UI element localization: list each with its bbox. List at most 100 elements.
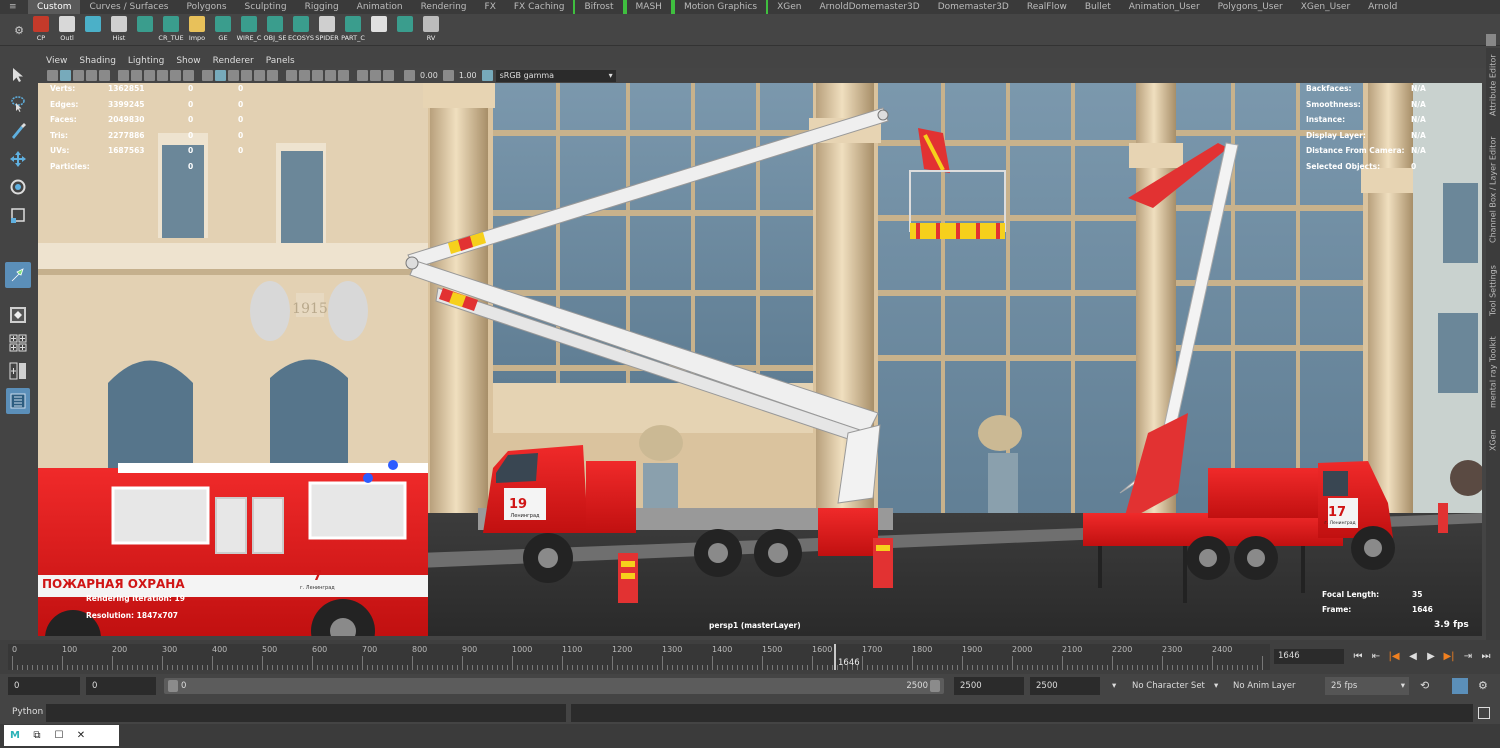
shelf-button-8[interactable]: WIRE_C: [236, 14, 262, 46]
safe-action-icon[interactable]: [170, 70, 181, 81]
shelf-tab-20[interactable]: Arnold: [1359, 0, 1406, 14]
shelf-button-13[interactable]: [366, 14, 392, 46]
shelf-tab-0[interactable]: Custom: [28, 0, 81, 14]
scene-end-field[interactable]: 2500: [1030, 677, 1100, 695]
exposure-field[interactable]: 0.00: [416, 71, 442, 80]
paint-select-tool-icon[interactable]: [7, 120, 29, 142]
maximize-icon[interactable]: ☐: [48, 730, 70, 741]
viewport-menu-shading[interactable]: Shading: [73, 54, 122, 68]
shelf-tab-2[interactable]: Polygons: [177, 0, 235, 14]
wireframe-on-shaded-icon[interactable]: [241, 70, 252, 81]
viewport-menu-lighting[interactable]: Lighting: [122, 54, 170, 68]
step-back-frame-icon[interactable]: |◀: [1388, 649, 1400, 663]
wireframe-icon[interactable]: [202, 70, 213, 81]
shelf-tab-7[interactable]: FX: [476, 0, 505, 14]
viewport-3d[interactable]: 1915 19 Ленинград 17 г. Ленинград ПОЖАРН…: [38, 83, 1482, 636]
last-tool-icon[interactable]: [5, 262, 31, 288]
camera-attributes-icon[interactable]: [60, 70, 71, 81]
four-pane-layout-icon[interactable]: [7, 332, 29, 354]
shelf-tab-12[interactable]: XGen: [768, 0, 810, 14]
shelf-button-2[interactable]: [80, 14, 106, 46]
move-tool-icon[interactable]: [7, 148, 29, 170]
field-chart-icon[interactable]: [157, 70, 168, 81]
command-input[interactable]: [46, 704, 566, 722]
shelf-tab-9[interactable]: Bifrost: [573, 0, 625, 14]
current-frame-field[interactable]: 1646: [1274, 649, 1344, 664]
exposure-icon[interactable]: [404, 70, 415, 81]
film-gate-icon[interactable]: [118, 70, 129, 81]
fps-dropdown[interactable]: 25 fps ▾: [1325, 677, 1409, 695]
two-pane-layout-icon[interactable]: [7, 360, 29, 382]
shelf-button-7[interactable]: GE: [210, 14, 236, 46]
image-plane-icon[interactable]: [86, 70, 97, 81]
side-tab-3[interactable]: mental ray Toolkit: [1486, 328, 1500, 416]
shelf-button-1[interactable]: Outl: [54, 14, 80, 46]
side-tab-4[interactable]: XGen: [1486, 420, 1500, 460]
playback-start-field[interactable]: 0: [86, 677, 156, 695]
shelf-button-12[interactable]: PART_C: [340, 14, 366, 46]
xray-icon[interactable]: [370, 70, 381, 81]
scene-start-field[interactable]: 0: [8, 677, 80, 695]
shelf-tab-4[interactable]: Rigging: [296, 0, 348, 14]
textured-icon[interactable]: [254, 70, 265, 81]
color-management-icon[interactable]: [481, 70, 493, 81]
restore-icon[interactable]: ⧉: [26, 730, 48, 741]
time-slider-track[interactable]: 1646 0 100 200 300 400 500 600 700 800 900 1000 110…: [8, 644, 1270, 670]
shelf-tab-8[interactable]: FX Caching: [505, 0, 574, 14]
shelf-gear-icon[interactable]: ⚙: [10, 14, 28, 46]
go-to-end-icon[interactable]: ⏭: [1480, 649, 1492, 663]
shelf-tab-14[interactable]: Domemaster3D: [929, 0, 1018, 14]
command-language-label[interactable]: Python: [12, 707, 43, 717]
bookmark-icon[interactable]: [73, 70, 84, 81]
default-material-icon[interactable]: [228, 70, 239, 81]
motion-blur-icon[interactable]: [312, 70, 323, 81]
shelf-button-5[interactable]: CR_TUE: [158, 14, 184, 46]
viewport-menu-panels[interactable]: Panels: [260, 54, 301, 68]
loop-icon[interactable]: ⟲: [1420, 677, 1429, 695]
play-backwards-icon[interactable]: ◀: [1407, 649, 1419, 663]
shelf-tab-17[interactable]: Animation_User: [1120, 0, 1209, 14]
step-forward-key-icon[interactable]: ⇥: [1462, 649, 1474, 663]
select-camera-icon[interactable]: [47, 70, 58, 81]
single-pane-layout-icon[interactable]: [7, 304, 29, 326]
shelf-scroll-icon[interactable]: [1486, 34, 1496, 46]
anim-layer-icon[interactable]: ▾: [1214, 677, 1218, 695]
viewport-menu-renderer[interactable]: Renderer: [207, 54, 260, 68]
go-to-start-icon[interactable]: ⏮: [1352, 649, 1364, 663]
shelf-tab-11[interactable]: Motion Graphics: [672, 0, 769, 14]
grid-toggle-icon[interactable]: [99, 70, 110, 81]
side-tab-0[interactable]: Attribute Editor: [1486, 54, 1500, 116]
outliner-layout-icon[interactable]: [6, 388, 30, 414]
viewport-menu-show[interactable]: Show: [170, 54, 206, 68]
side-tab-2[interactable]: Tool Settings: [1486, 258, 1500, 324]
shelf-tab-10[interactable]: MASH: [624, 0, 673, 14]
play-forwards-icon[interactable]: ▶: [1425, 649, 1437, 663]
shelf-tab-19[interactable]: XGen_User: [1292, 0, 1359, 14]
close-icon[interactable]: ✕: [70, 730, 92, 741]
isolate-select-icon[interactable]: [357, 70, 368, 81]
range-bar[interactable]: 0 2500: [164, 678, 944, 694]
lasso-tool-icon[interactable]: [7, 92, 29, 114]
shelf-button-10[interactable]: ECOSYS: [288, 14, 314, 46]
shelf-menu-icon[interactable]: ≡: [0, 0, 28, 14]
range-end-handle[interactable]: [930, 680, 940, 692]
xray-joints-icon[interactable]: [383, 70, 394, 81]
rotate-tool-icon[interactable]: [7, 176, 29, 198]
shelf-button-15[interactable]: RV: [418, 14, 444, 46]
shadows-icon[interactable]: [286, 70, 297, 81]
shelf-tab-5[interactable]: Animation: [348, 0, 412, 14]
shelf-button-4[interactable]: [132, 14, 158, 46]
gate-mask-icon[interactable]: [144, 70, 155, 81]
smooth-shade-icon[interactable]: [215, 70, 226, 81]
step-back-key-icon[interactable]: ⇤: [1370, 649, 1382, 663]
range-start-handle[interactable]: [168, 680, 178, 692]
script-editor-icon[interactable]: [1478, 707, 1490, 719]
gamma-field[interactable]: 1.00: [455, 71, 481, 80]
shelf-button-0[interactable]: CP: [28, 14, 54, 46]
shelf-tab-3[interactable]: Sculpting: [236, 0, 296, 14]
viewport-menu-view[interactable]: View: [40, 54, 73, 68]
playback-end-field[interactable]: 2500: [954, 677, 1024, 695]
anti-aliasing-icon[interactable]: [325, 70, 336, 81]
shelf-tab-6[interactable]: Rendering: [412, 0, 476, 14]
colorspace-dropdown[interactable]: sRGB gamma: [495, 69, 616, 82]
